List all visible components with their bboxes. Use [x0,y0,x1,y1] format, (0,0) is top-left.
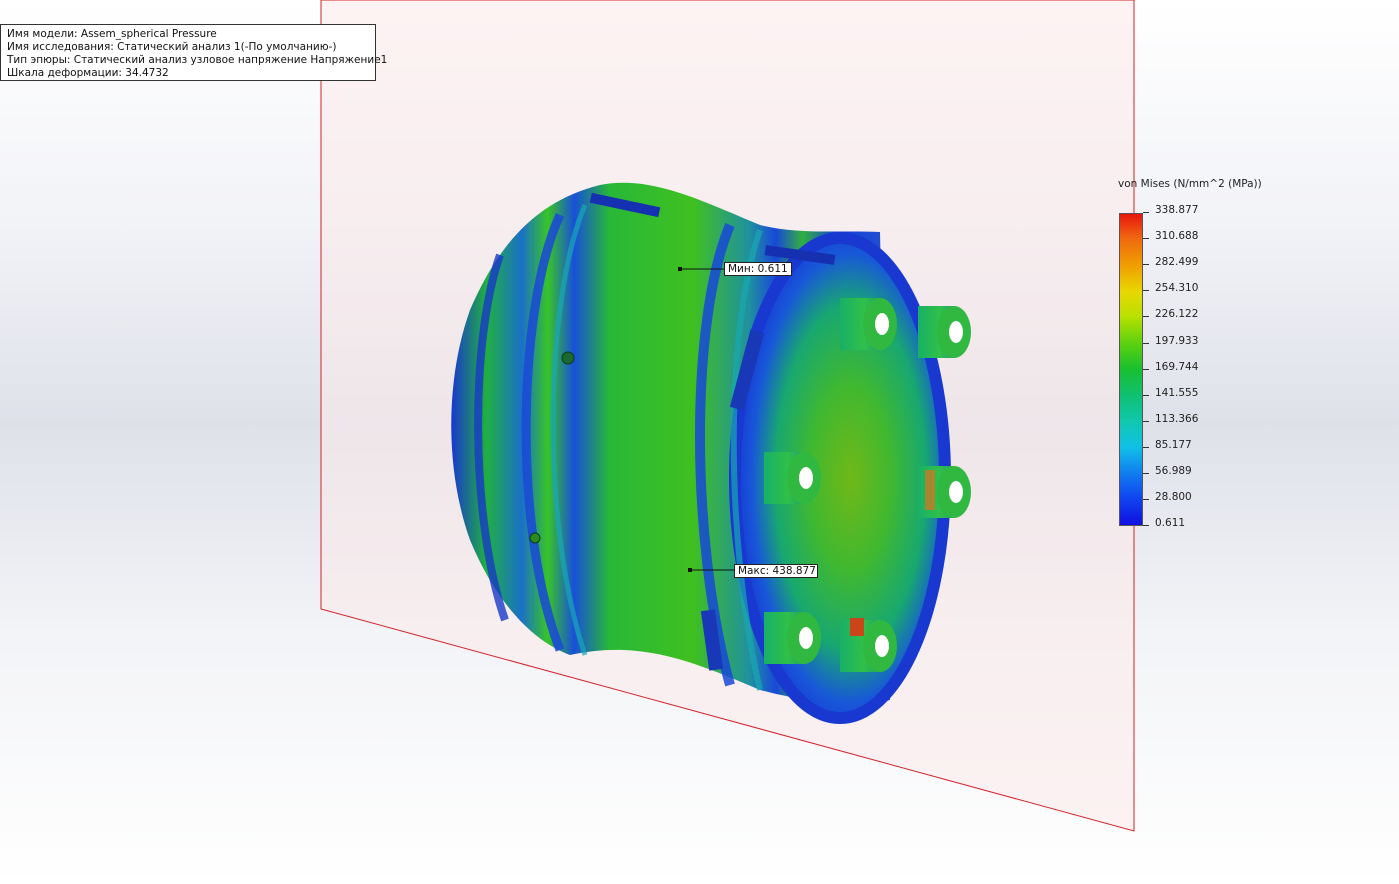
legend-label: 197.933 [1155,334,1199,347]
legend-tick [1143,394,1149,396]
legend-tick [1143,525,1149,527]
legend-tick [1143,264,1149,266]
min-annotation[interactable]: Мин: 0.611 [724,262,792,276]
legend-label: 254.310 [1155,282,1199,295]
legend-label: 141.555 [1155,386,1199,399]
legend-tick [1143,420,1149,422]
study-name: Имя исследования: Статический анализ 1(-… [7,41,337,53]
legend-tick [1143,473,1149,474]
graphics-viewport[interactable]: Имя модели: Assem_spherical Pressure Имя… [0,0,1399,884]
boss-top-left [840,298,897,350]
boss-bottom-right [840,618,897,672]
legend-label: 28.800 [1155,491,1192,504]
legend-tick [1143,342,1149,344]
legend-label: 0.611 [1155,517,1186,530]
legend-label: 85.177 [1155,438,1192,451]
legend-tick [1143,212,1149,213]
plot-type: Тип эпюры: Статический анализ узловое на… [7,54,388,66]
legend-tick [1143,368,1149,370]
boss-mid-right [918,466,971,518]
legend-label: 56.989 [1155,465,1192,477]
legend-title: von Mises (N/mm^2 (MPa)) [1118,178,1262,190]
legend-label: 169.744 [1155,360,1199,373]
legend-tick [1143,238,1149,240]
deformation-scale: Шкала деформации: 34.4732 [7,67,169,79]
legend-tick [1143,316,1149,318]
legend-label: 338.877 [1155,204,1199,216]
boss-bottom-left [764,612,821,664]
study-info-box: Имя модели: Assem_spherical Pressure Имя… [0,24,388,81]
legend-label: 226.122 [1155,308,1199,321]
model-name: Имя модели: Assem_spherical Pressure [7,28,217,40]
legend-tick [1143,499,1149,501]
legend-label: 113.366 [1155,412,1199,425]
legend-label: 310.688 [1155,230,1199,243]
boss-top-right [918,306,971,358]
legend-color-bar[interactable] [1119,213,1143,526]
max-annotation[interactable]: Макс: 438.877 [734,564,818,578]
legend-label: 282.499 [1155,256,1199,269]
legend-tick [1143,446,1149,448]
legend-tick [1143,290,1149,292]
boss-mid-left [764,452,821,504]
